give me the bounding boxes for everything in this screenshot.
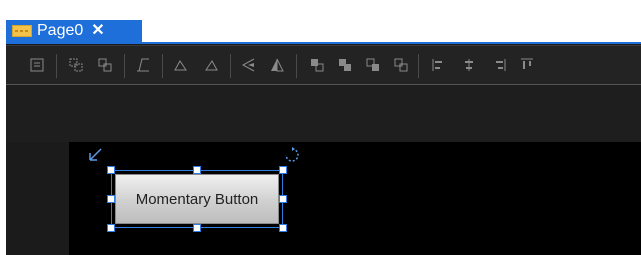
selection-handle[interactable] <box>279 224 287 232</box>
selection-handle[interactable] <box>107 224 115 232</box>
resize-corner-icon[interactable] <box>88 146 104 162</box>
selection-handle[interactable] <box>193 224 201 232</box>
rotate-right-icon[interactable] <box>202 56 220 74</box>
flip-vertical-icon[interactable] <box>268 56 286 74</box>
properties-icon[interactable] <box>28 56 46 74</box>
momentary-button[interactable]: Momentary Button <box>115 174 279 224</box>
toolbar-separator <box>162 54 163 78</box>
align-right-icon[interactable] <box>490 56 508 74</box>
toolbar-separator <box>230 54 231 78</box>
send-backward-icon[interactable] <box>392 56 410 74</box>
bring-front-icon[interactable] <box>308 56 326 74</box>
rotate-handle-icon[interactable] <box>284 147 300 163</box>
skew-icon[interactable] <box>134 56 152 74</box>
selection-handle[interactable] <box>279 195 287 203</box>
rotate-left-icon[interactable] <box>172 56 190 74</box>
canvas-margin <box>6 86 641 142</box>
align-center-icon[interactable] <box>460 56 478 74</box>
toolbar-separator <box>124 54 125 78</box>
selection-handle[interactable] <box>107 195 115 203</box>
bring-forward-icon[interactable] <box>364 56 382 74</box>
layout-toolbar <box>6 45 641 85</box>
toolbar-separator <box>296 54 297 78</box>
flip-horizontal-icon[interactable] <box>240 56 258 74</box>
selection-handle[interactable] <box>279 166 287 174</box>
group-icon[interactable] <box>67 56 85 74</box>
tab-label: Page0 <box>37 22 84 39</box>
selection-handle[interactable] <box>107 166 115 174</box>
tab-close-button[interactable]: ✕ <box>91 20 104 42</box>
send-back-icon[interactable] <box>336 56 354 74</box>
toolbar-separator <box>418 54 419 78</box>
toolbar-separator <box>56 54 57 78</box>
align-left-icon[interactable] <box>430 56 448 74</box>
align-top-icon[interactable] <box>518 56 536 74</box>
page-icon <box>12 25 32 37</box>
page-editor: Page0 ✕ Momentary Button <box>0 0 641 255</box>
tab-page0[interactable]: Page0 ✕ <box>6 20 142 42</box>
selection-handle[interactable] <box>193 166 201 174</box>
ungroup-icon[interactable] <box>96 56 114 74</box>
